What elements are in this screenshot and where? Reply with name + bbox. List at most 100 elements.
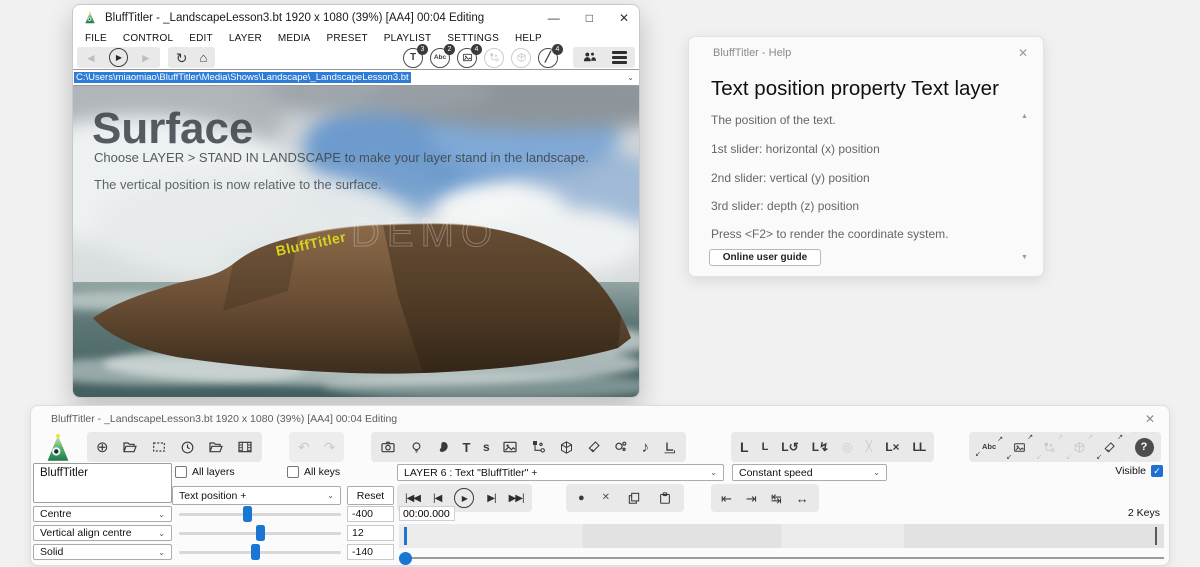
key-to-end-icon[interactable]: ⇥	[746, 492, 757, 505]
slider-handle[interactable]	[251, 544, 260, 560]
scroll-down-icon[interactable]: ▼	[1019, 254, 1030, 261]
panel-close-icon[interactable]: ✕	[1145, 412, 1155, 426]
menu-layer[interactable]: LAYER	[221, 33, 270, 44]
scroll-up-icon[interactable]: ▲	[1019, 113, 1030, 120]
attach-text-icon[interactable]: Abc ↗↙	[978, 440, 1000, 454]
menu-file[interactable]: FILE	[77, 33, 115, 44]
community-icon[interactable]	[581, 49, 598, 66]
all-keys-checkbox[interactable]	[287, 466, 299, 478]
stand-layer-icon[interactable]	[662, 440, 677, 455]
next-key-icon[interactable]: ▶|	[487, 493, 495, 504]
y-position-dropdown[interactable]: Vertical align centre ⌄	[33, 525, 172, 541]
paragraph-layers-icon[interactable]: Abc 2	[430, 48, 450, 68]
skip-end-icon[interactable]: ▶▶|	[509, 493, 524, 504]
hamburger-menu-icon[interactable]	[612, 51, 627, 64]
visible-row[interactable]: Visible ✓	[1115, 465, 1163, 477]
y-position-slider[interactable]	[179, 525, 341, 541]
forward-icon[interactable]: ►	[140, 52, 152, 64]
reset-button[interactable]: Reset	[347, 486, 394, 505]
time-cursor[interactable]	[404, 527, 407, 545]
all-layers-checkbox[interactable]	[175, 466, 187, 478]
open-show-icon[interactable]	[122, 439, 138, 455]
visible-checkbox[interactable]: ✓	[1151, 465, 1163, 477]
menu-preset[interactable]: PRESET	[319, 33, 376, 44]
sketch-layers-icon[interactable]: ╱ 4	[538, 48, 558, 68]
play-button[interactable]: ▶	[454, 488, 474, 508]
paragraph-layer-icon[interactable]: s	[483, 441, 490, 453]
copy-icon[interactable]	[627, 491, 641, 505]
key-center-icon[interactable]: ↔	[796, 492, 809, 505]
picture-layers-icon[interactable]: 4	[457, 48, 477, 68]
camera-layer-icon[interactable]	[380, 439, 396, 455]
colour-layer-icon[interactable]	[436, 440, 450, 454]
previous-key-icon[interactable]: |◀	[433, 493, 441, 504]
end-key-marker[interactable]	[1155, 527, 1158, 545]
address-dropdown-icon[interactable]: ⌄	[627, 73, 634, 82]
timeline-knob[interactable]	[399, 552, 412, 565]
z-position-value[interactable]: -140	[347, 544, 394, 560]
particle-layer-icon[interactable]	[613, 439, 629, 455]
layer-animate-icon[interactable]: L↯	[812, 441, 829, 453]
attach-sketch-icon[interactable]: ↗↙	[1099, 438, 1120, 457]
light-layer-icon[interactable]	[409, 440, 424, 455]
back-icon[interactable]: ◄	[85, 52, 97, 64]
layer-dropdown[interactable]: LAYER 6 : Text "BluffTitler" + ⌄	[397, 464, 724, 481]
delete-layer-icon[interactable]: L×	[885, 441, 899, 453]
help-button[interactable]: ?	[1135, 438, 1154, 457]
layer-rotate-icon[interactable]: L↺	[781, 441, 798, 453]
play-button[interactable]: ▶	[109, 48, 128, 67]
z-position-dropdown[interactable]: Solid ⌄	[33, 544, 172, 560]
plasma-layer-icon[interactable]	[531, 439, 547, 455]
menu-control[interactable]: CONTROL	[115, 33, 181, 44]
layer-text-input[interactable]: BluffTitler	[33, 463, 172, 503]
key-stretch-icon[interactable]: ↹	[771, 492, 782, 505]
active-layer-icon[interactable]: L	[740, 440, 749, 454]
property-dropdown[interactable]: Text position + ⌄	[172, 486, 341, 505]
new-show-icon[interactable]: ⊕	[96, 440, 109, 455]
maximize-button[interactable]: □	[586, 11, 593, 25]
render-preview[interactable]: BluffTitler DEMO Surface Choose LAYER > …	[73, 86, 639, 398]
child-layer-icon[interactable]: L	[762, 442, 769, 453]
address-bar[interactable]: C:\Users\miaomiao\BluffTitler\Media\Show…	[73, 69, 639, 86]
sketch-layer-icon[interactable]	[587, 440, 601, 454]
menu-media[interactable]: MEDIA	[270, 33, 319, 44]
y-position-value[interactable]: 12	[347, 525, 394, 541]
model-layer-icon[interactable]	[559, 440, 574, 455]
online-user-guide-button[interactable]: Online user guide	[709, 249, 821, 266]
attach-picture-icon[interactable]: ↗↙	[1009, 438, 1030, 457]
show-size-icon[interactable]	[151, 439, 167, 455]
clone-layer-icon[interactable]: LL	[913, 441, 926, 453]
record-key-icon[interactable]: ●	[578, 493, 585, 504]
help-scrollbar[interactable]: ▲ ▼	[1019, 113, 1030, 261]
skip-start-icon[interactable]: |◀◀	[405, 493, 420, 504]
x-position-slider[interactable]	[179, 506, 341, 522]
export-video-icon[interactable]	[237, 439, 253, 455]
key-strip[interactable]	[399, 524, 1164, 548]
show-duration-icon[interactable]	[180, 440, 195, 455]
all-layers-row[interactable]: All layers	[175, 466, 235, 478]
timeline-slider[interactable]	[399, 551, 1164, 566]
timecode-field[interactable]: 00:00.000	[399, 506, 455, 521]
menu-help[interactable]: HELP	[507, 33, 550, 44]
minimize-button[interactable]: —	[548, 11, 560, 25]
import-media-icon[interactable]	[208, 439, 224, 455]
menu-settings[interactable]: SETTINGS	[439, 33, 507, 44]
delete-key-icon[interactable]: ✕	[602, 493, 610, 503]
menu-edit[interactable]: EDIT	[181, 33, 221, 44]
text-layer-icon[interactable]: T	[463, 441, 471, 454]
x-position-value[interactable]: -400	[347, 506, 394, 522]
z-position-slider[interactable]	[179, 544, 341, 560]
menu-playlist[interactable]: PLAYLIST	[376, 33, 440, 44]
text-layers-icon[interactable]: T 3	[403, 48, 423, 68]
slider-handle[interactable]	[243, 506, 252, 522]
help-close-icon[interactable]: ✕	[1018, 46, 1028, 60]
x-position-dropdown[interactable]: Centre ⌄	[33, 506, 172, 522]
paste-icon[interactable]	[658, 491, 672, 505]
close-button[interactable]: ✕	[619, 11, 629, 25]
all-keys-row[interactable]: All keys	[287, 466, 340, 478]
speed-dropdown[interactable]: Constant speed ⌄	[732, 464, 887, 481]
picture-layer-icon[interactable]	[502, 439, 518, 455]
audio-layer-icon[interactable]: ♪	[642, 440, 650, 455]
refresh-icon[interactable]: ↻	[176, 51, 188, 65]
key-to-start-icon[interactable]: ⇤	[721, 492, 732, 505]
